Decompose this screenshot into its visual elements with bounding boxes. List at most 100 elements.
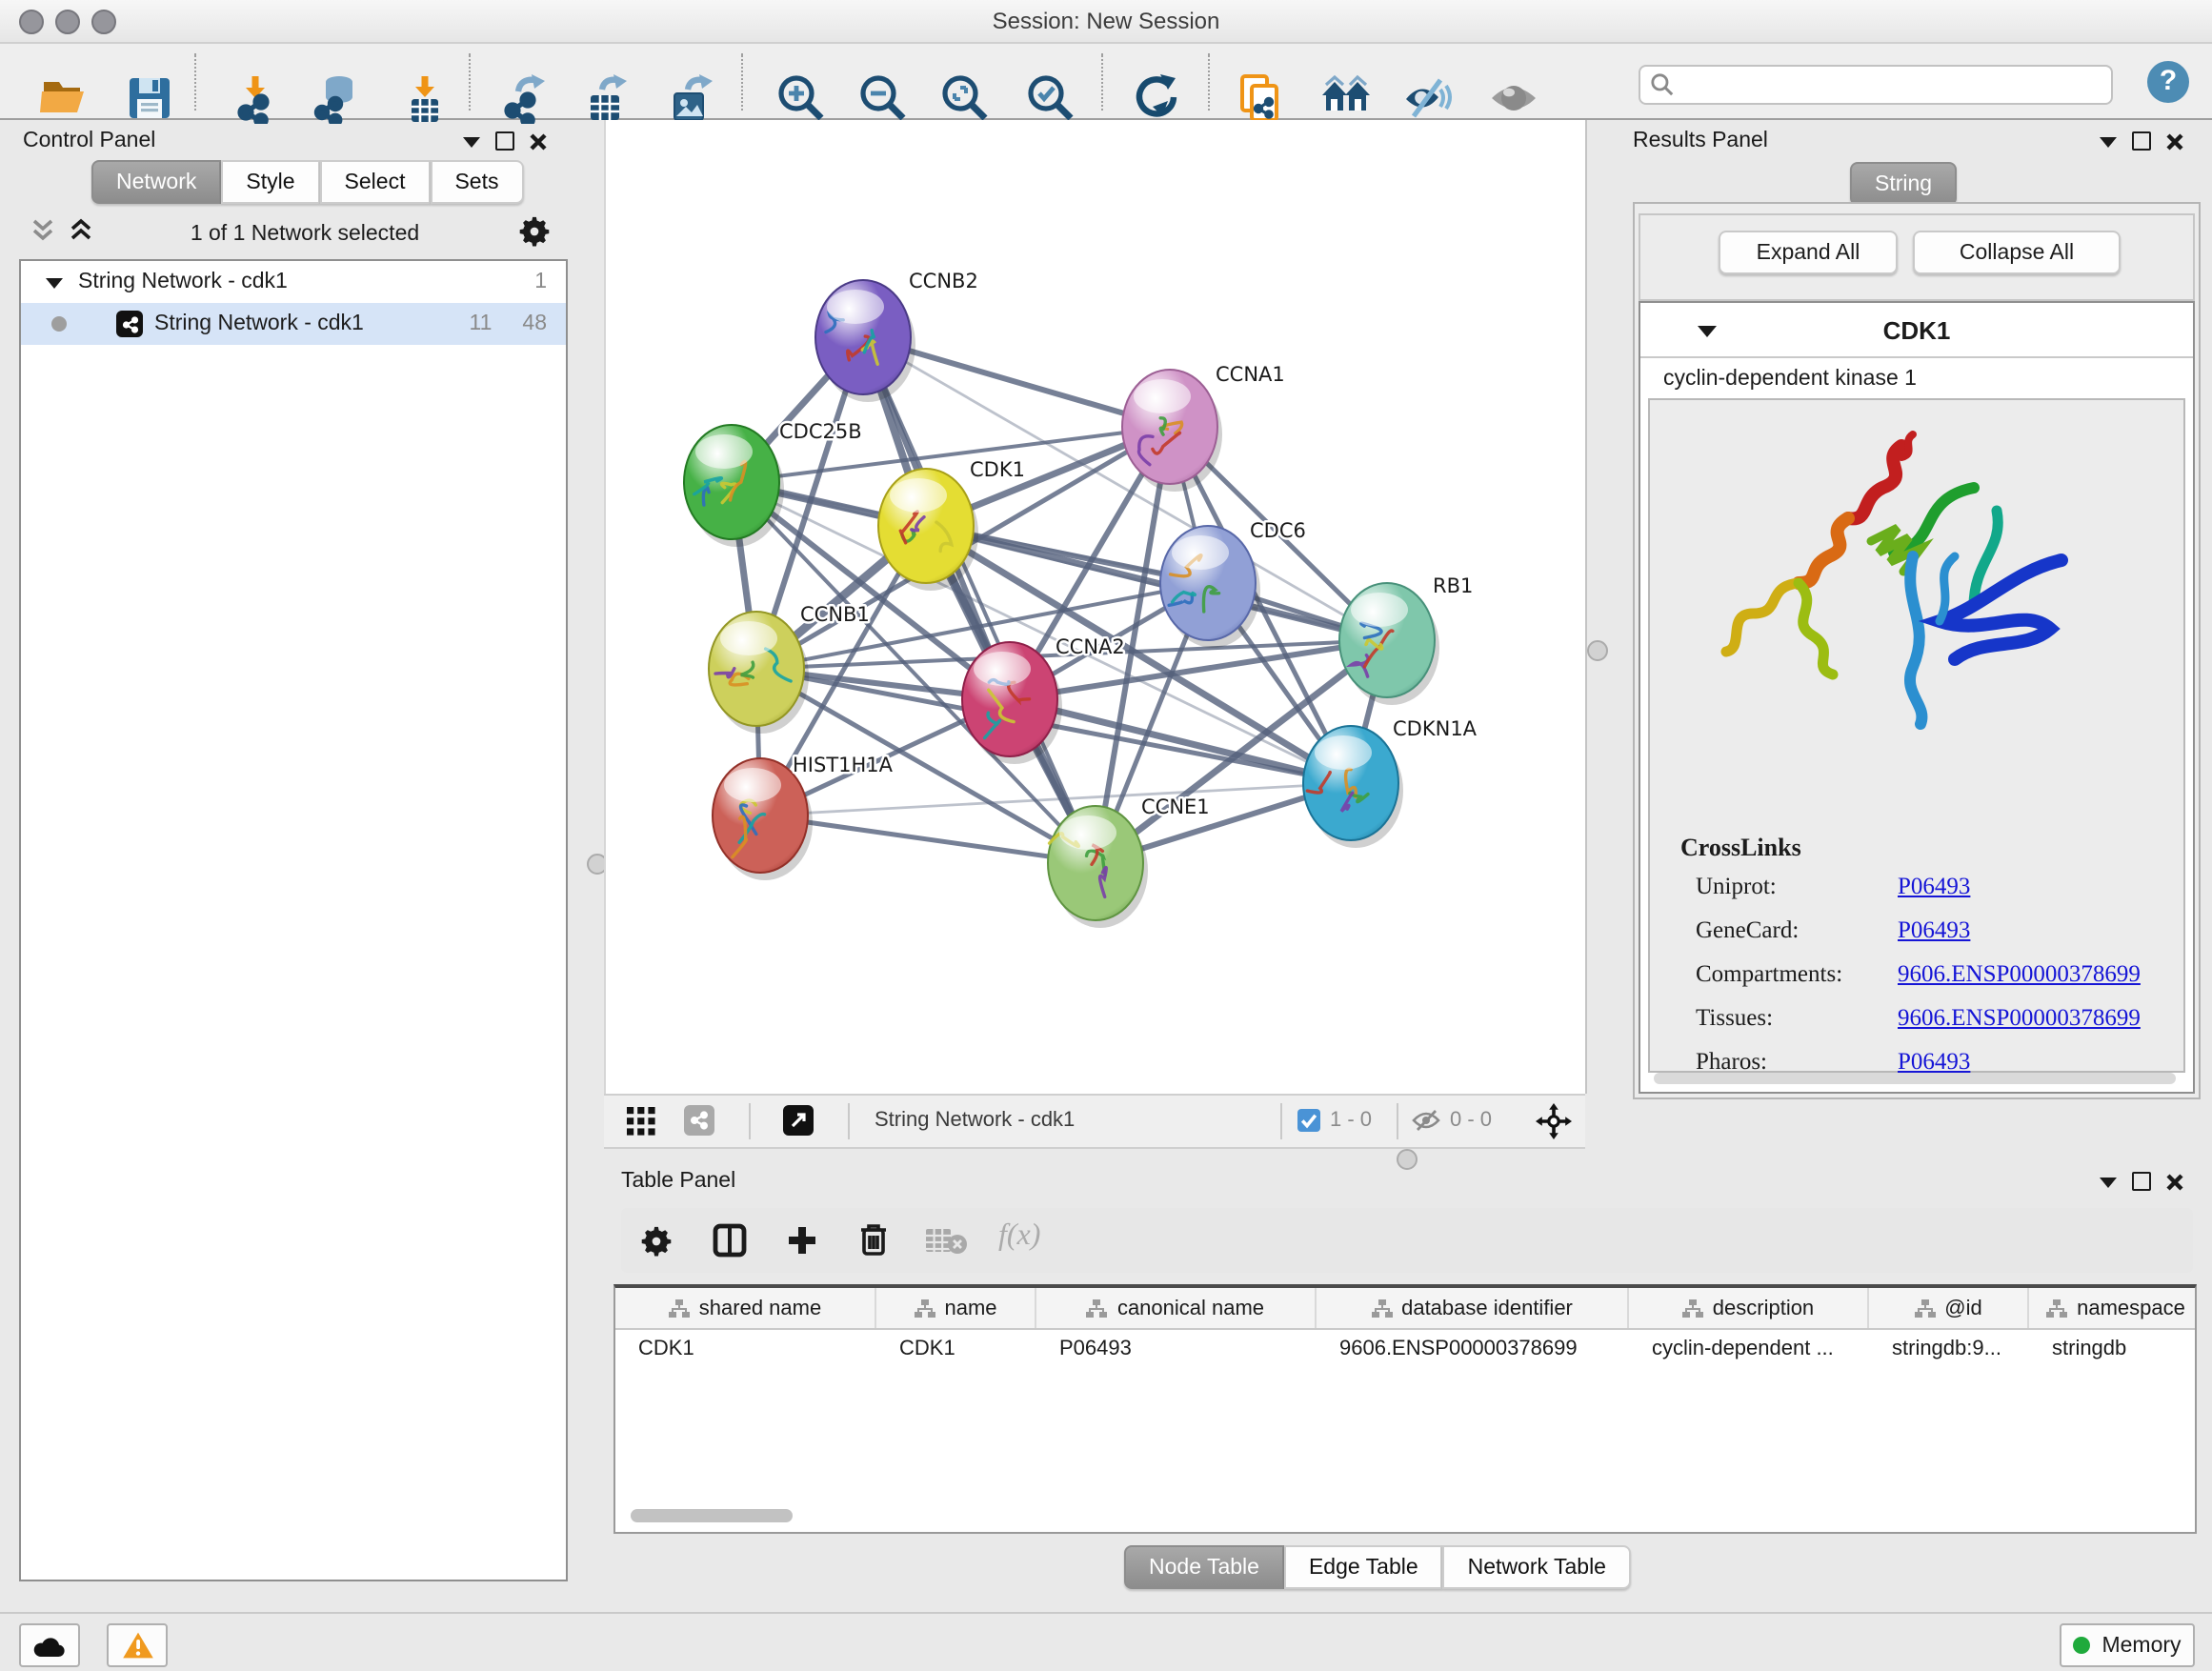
panel-menu-icon[interactable] xyxy=(2100,134,2117,148)
right-splitter-handle[interactable] xyxy=(1587,640,1608,661)
save-session-icon[interactable] xyxy=(124,72,175,124)
network-canvas[interactable]: CCNB2CCNA1CDC25BCDK1CDC6RB1CCNB1CCNA2CDK… xyxy=(604,120,1587,1094)
cloud-button[interactable] xyxy=(19,1623,80,1667)
export-table-icon[interactable] xyxy=(581,72,633,124)
crosslink-row: Uniprot:P06493 xyxy=(1650,865,2183,909)
column-label: database identifier xyxy=(1401,1297,1573,1319)
session-documents-icon[interactable] xyxy=(1235,72,1286,124)
panel-close-icon[interactable] xyxy=(2166,1173,2183,1190)
network-node-HIST1H1A[interactable] xyxy=(713,758,813,880)
import-network-from-database-icon[interactable] xyxy=(311,72,362,124)
import-network-from-file-icon[interactable] xyxy=(231,72,282,124)
column-header--id[interactable]: @id xyxy=(1869,1288,2029,1328)
results-scrollbar[interactable] xyxy=(1654,1073,2176,1084)
create-column-plus-icon[interactable] xyxy=(785,1223,819,1258)
expand-all-button[interactable]: Expand All xyxy=(1719,231,1898,274)
show-graphics-disabled-icon[interactable] xyxy=(1488,72,1539,124)
node-label-CCNE1: CCNE1 xyxy=(1141,795,1210,818)
memory-button[interactable]: Memory xyxy=(2060,1623,2195,1667)
cell-name[interactable]: CDK1 xyxy=(876,1330,1036,1368)
panel-float-icon[interactable] xyxy=(495,131,514,151)
crosslink-link-uniprot-[interactable]: P06493 xyxy=(1898,873,1970,899)
search-field[interactable] xyxy=(1639,65,2113,105)
table-settings-gear-icon[interactable] xyxy=(640,1225,673,1258)
memory-status-dot xyxy=(2073,1637,2090,1654)
zoom-fit-icon[interactable] xyxy=(939,72,991,124)
network-node-CCNB1[interactable] xyxy=(709,612,809,734)
column-header-namespace[interactable]: namespace xyxy=(2029,1288,2197,1328)
crosslink-label-uniprot-: Uniprot: xyxy=(1650,873,1898,901)
delete-columns-trash-icon[interactable] xyxy=(857,1221,890,1258)
help-button[interactable]: ? xyxy=(2147,61,2189,103)
collapse-all-chevron-icon[interactable] xyxy=(30,217,55,242)
network-collection-row[interactable]: String Network - cdk1 1 xyxy=(21,261,566,303)
tab-node-table[interactable]: Node Table xyxy=(1124,1545,1284,1589)
tab-select[interactable]: Select xyxy=(320,160,431,204)
tab-network-table[interactable]: Network Table xyxy=(1443,1545,1631,1589)
zoom-out-icon[interactable] xyxy=(857,72,909,124)
network-edge-CCNB2-CCNE1[interactable] xyxy=(863,337,1096,863)
crosslink-link-genecard-[interactable]: P06493 xyxy=(1898,916,1970,943)
network-row-selected[interactable]: String Network - cdk1 11 48 xyxy=(21,303,566,345)
network-node-CDK1[interactable] xyxy=(878,469,978,591)
crosslink-link-pharos-[interactable]: P06493 xyxy=(1898,1048,1970,1075)
panel-float-icon[interactable] xyxy=(2132,1172,2151,1191)
collapse-all-button[interactable]: Collapse All xyxy=(1913,231,2121,274)
string-home-icon[interactable] xyxy=(1320,72,1372,124)
table-horizontal-scrollbar[interactable] xyxy=(631,1509,793,1522)
collection-count: 1 xyxy=(534,271,547,293)
export-image-icon[interactable] xyxy=(665,72,716,124)
panel-menu-icon[interactable] xyxy=(463,134,480,148)
column-header-shared-name[interactable]: shared name xyxy=(615,1288,876,1328)
tab-style[interactable]: Style xyxy=(221,160,319,204)
search-input[interactable] xyxy=(1675,73,2111,96)
enrichment-eye-icon[interactable] xyxy=(1402,72,1454,124)
column-header-canonical-name[interactable]: canonical name xyxy=(1036,1288,1317,1328)
cell-database-identifier[interactable]: 9606.ENSP00000378699 xyxy=(1317,1330,1629,1368)
panel-close-icon[interactable] xyxy=(2166,132,2183,150)
panel-close-icon[interactable] xyxy=(530,132,547,150)
crosslink-link-compartments-[interactable]: 9606.ENSP00000378699 xyxy=(1898,960,2141,987)
network-node-CCNA2[interactable] xyxy=(962,642,1062,764)
panel-float-icon[interactable] xyxy=(2132,131,2151,151)
apply-layout-icon[interactable] xyxy=(1130,72,1181,124)
import-table-from-file-icon[interactable] xyxy=(400,72,452,124)
birds-eye-crosshair-icon[interactable] xyxy=(1536,1103,1572,1139)
network-node-CCNE1[interactable] xyxy=(1048,806,1148,928)
selected-checkbox-icon[interactable] xyxy=(1297,1109,1320,1132)
delete-table-icon[interactable] xyxy=(926,1227,968,1256)
function-builder-icon[interactable]: f(x) xyxy=(998,1219,1040,1254)
zoom-in-icon[interactable] xyxy=(775,72,827,124)
zoom-selected-icon[interactable] xyxy=(1025,72,1076,124)
network-node-CCNB2[interactable] xyxy=(815,280,915,402)
column-header-name[interactable]: name xyxy=(876,1288,1036,1328)
show-columns-icon[interactable] xyxy=(713,1223,747,1258)
cell-shared-name[interactable]: CDK1 xyxy=(615,1330,876,1368)
cell--id[interactable]: stringdb:9... xyxy=(1869,1330,2029,1368)
export-network-icon[interactable] xyxy=(499,72,551,124)
tab-edge-table[interactable]: Edge Table xyxy=(1284,1545,1443,1589)
network-node-CCNA1[interactable] xyxy=(1122,370,1222,492)
tree-expand-icon[interactable] xyxy=(46,275,63,289)
hidden-eye-slash-icon[interactable] xyxy=(1412,1109,1440,1132)
tab-sets[interactable]: Sets xyxy=(430,160,523,204)
open-view-icon[interactable] xyxy=(783,1105,814,1136)
expand-all-chevron-icon[interactable] xyxy=(69,217,93,242)
network-node-CDKN1A[interactable] xyxy=(1303,726,1403,848)
network-options-gear-icon[interactable] xyxy=(518,215,551,248)
cell-namespace[interactable]: stringdb xyxy=(2029,1330,2197,1368)
tab-string[interactable]: String xyxy=(1850,162,1957,206)
column-header-description[interactable]: description xyxy=(1629,1288,1869,1328)
column-header-database-identifier[interactable]: database identifier xyxy=(1317,1288,1629,1328)
string-view-icon[interactable] xyxy=(684,1105,714,1136)
open-session-icon[interactable] xyxy=(38,72,90,124)
cell-description[interactable]: cyclin-dependent ... xyxy=(1629,1330,1869,1368)
grid-view-icon[interactable] xyxy=(627,1107,655,1136)
network-node-RB1[interactable] xyxy=(1339,583,1439,705)
crosslink-link-tissues-[interactable]: 9606.ENSP00000378699 xyxy=(1898,1004,2141,1031)
warning-button[interactable] xyxy=(107,1623,168,1667)
tab-network[interactable]: Network xyxy=(91,160,221,204)
panel-menu-icon[interactable] xyxy=(2100,1175,2117,1188)
cell-canonical-name[interactable]: P06493 xyxy=(1036,1330,1317,1368)
network-node-CDC6[interactable] xyxy=(1160,526,1260,648)
